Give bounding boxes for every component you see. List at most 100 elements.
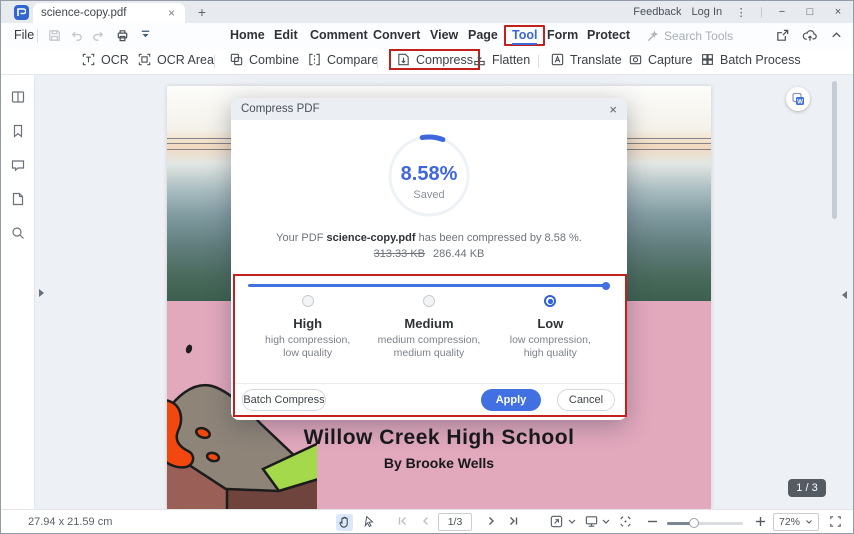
wand-icon [647, 29, 659, 41]
toolbar-compare[interactable]: Compare [307, 52, 378, 67]
select-tool-icon[interactable] [362, 514, 377, 529]
menu-page[interactable]: Page [468, 28, 498, 42]
tab-close-icon[interactable]: × [166, 6, 177, 20]
quick-access-caret-icon[interactable] [139, 28, 152, 41]
save-icon[interactable] [47, 28, 62, 43]
collapse-toolbar-icon[interactable] [830, 28, 843, 43]
option-high[interactable]: High high compression, low quality [247, 294, 368, 360]
fit-page-icon[interactable] [549, 514, 564, 529]
toolbar-compress[interactable]: Compress [389, 49, 480, 70]
attachments-panel-icon[interactable] [10, 191, 26, 207]
search-panel-icon[interactable] [10, 225, 26, 241]
toolbar-flatten[interactable]: Flatten [472, 52, 530, 67]
radio-low-selected[interactable] [544, 295, 557, 307]
more-menu-icon[interactable]: ⋮ [732, 6, 750, 19]
titlebar-divider: | [760, 6, 763, 18]
batch-compress-button[interactable]: Batch Compress [242, 389, 326, 411]
hand-tool-icon[interactable] [336, 514, 353, 531]
old-size: 313.33 KB [373, 248, 425, 260]
feedback-link[interactable]: Feedback [633, 6, 681, 18]
last-page-icon[interactable] [506, 514, 520, 528]
undo-icon[interactable] [69, 28, 84, 43]
radio-medium[interactable] [422, 295, 435, 307]
page-dimensions: 27.94 x 21.59 cm [28, 516, 113, 528]
cloud-upload-icon[interactable] [802, 28, 818, 43]
size-comparison: 313.33 KB 286.44 KB [231, 248, 627, 260]
toolbar-ocr-area[interactable]: OCR Area [137, 52, 214, 67]
toolbar-combine[interactable]: Combine [229, 52, 299, 67]
redo-icon[interactable] [91, 28, 106, 43]
previous-page-icon[interactable] [419, 514, 433, 528]
dialog-close-icon[interactable]: × [609, 102, 617, 117]
zoom-slider[interactable] [667, 517, 743, 528]
maximize-button[interactable]: □ [801, 6, 819, 18]
login-link[interactable]: Log In [692, 6, 723, 18]
zoom-level-dropdown[interactable]: 72% [773, 513, 819, 531]
file-name: science-copy.pdf [326, 232, 416, 244]
print-icon[interactable] [115, 28, 130, 43]
menu-form[interactable]: Form [547, 28, 578, 42]
left-panel-bar [1, 75, 35, 509]
menu-edit[interactable]: Edit [274, 28, 298, 42]
menu-tool[interactable]: Tool [504, 25, 546, 46]
toolbar-ocr[interactable]: OCR [81, 52, 129, 67]
ocr-area-icon [138, 53, 151, 66]
apply-button[interactable]: Apply [481, 389, 541, 411]
menu-file[interactable]: File [14, 28, 34, 42]
svg-text:W: W [797, 98, 803, 105]
menu-home[interactable]: Home [230, 28, 265, 42]
cancel-button[interactable]: Cancel [557, 389, 615, 411]
zoom-in-icon[interactable] [754, 514, 767, 529]
menu-comment[interactable]: Comment [310, 28, 368, 42]
compression-slider[interactable] [248, 281, 610, 290]
bookmarks-panel-icon[interactable] [10, 123, 26, 139]
search-tools-label: Search Tools [664, 29, 734, 43]
savings-gauge: 8.58% Saved [386, 133, 472, 219]
fit-caret-icon[interactable] [567, 514, 577, 529]
capture-icon [629, 55, 642, 65]
toolbar-capture[interactable]: Capture [628, 52, 692, 67]
new-tab-button[interactable]: + [193, 3, 211, 21]
expand-right-panel-icon[interactable] [842, 291, 847, 299]
toolbar-translate[interactable]: Translate [550, 52, 622, 67]
translate-icon [551, 53, 564, 66]
comments-panel-icon[interactable] [10, 157, 26, 173]
export-to-word-badge[interactable]: W [786, 87, 810, 111]
minimize-button[interactable]: − [773, 6, 791, 18]
close-button[interactable]: × [829, 6, 847, 18]
menu-view[interactable]: View [430, 28, 458, 42]
menu-convert[interactable]: Convert [373, 28, 420, 42]
radio-high[interactable] [301, 295, 314, 307]
dialog-title: Compress PDF [241, 103, 320, 115]
zoom-caret-icon [806, 520, 812, 524]
slider-thumb[interactable] [602, 281, 610, 290]
menu-protect[interactable]: Protect [587, 28, 630, 42]
zoom-slider-thumb[interactable] [689, 517, 699, 528]
next-page-icon[interactable] [484, 514, 498, 528]
focus-mode-icon[interactable] [618, 514, 633, 529]
title-bar: science-copy.pdf × + Feedback Log In ⋮ |… [1, 1, 853, 23]
expand-left-panel-icon[interactable] [39, 289, 44, 297]
vertical-scrollbar[interactable] [832, 81, 837, 219]
toolbar-batch-process[interactable]: Batch Process [700, 52, 801, 67]
compress-pdf-dialog: Compress PDF × 8.58% Saved Your PDF scie… [231, 98, 627, 420]
tool-ribbon: OCR OCR Area Combine Compare Compress Fl… [1, 49, 853, 75]
presentation-caret-icon[interactable] [601, 514, 611, 529]
page-number-badge: 1 / 3 [788, 479, 826, 497]
saved-label: Saved [413, 189, 445, 201]
page-number-input[interactable]: 1/3 [438, 513, 472, 531]
zoom-level-value: 72% [778, 516, 800, 528]
compression-options: High high compression, low quality Medium… [247, 294, 611, 360]
zoom-out-icon[interactable] [646, 514, 659, 529]
option-low[interactable]: Low low compression, high quality [490, 294, 611, 360]
share-icon[interactable] [775, 28, 790, 43]
compress-icon [398, 53, 409, 66]
first-page-icon[interactable] [396, 514, 410, 528]
thumbnails-panel-icon[interactable] [10, 89, 26, 105]
full-screen-icon[interactable] [828, 514, 843, 529]
document-tab[interactable]: science-copy.pdf × [33, 3, 185, 23]
dialog-header[interactable]: Compress PDF × [231, 98, 627, 120]
presentation-icon[interactable] [584, 514, 599, 529]
option-medium[interactable]: Medium medium compression, medium quality [368, 294, 489, 360]
search-tools[interactable]: Search Tools [646, 29, 733, 43]
